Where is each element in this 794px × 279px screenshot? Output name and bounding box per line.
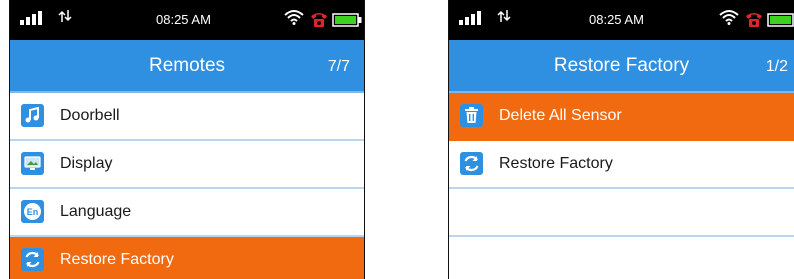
data-transfer-icon: [58, 9, 72, 26]
battery-icon: [767, 13, 794, 30]
menu-item-label: Delete All Sensor: [499, 107, 622, 124]
menu-item-label: Display: [60, 155, 113, 172]
wifi-icon: [719, 9, 739, 28]
remotes-screen: 08:25 AM Remotes 7/7 Doorbell Display En…: [9, 0, 365, 279]
menu-item-label: Restore Factory: [60, 251, 174, 268]
page-indicator: 1/2: [765, 58, 788, 75]
menu-item-display[interactable]: Display: [10, 141, 364, 189]
page-title: Remotes: [148, 55, 226, 76]
menu-item-label: Restore Factory: [499, 155, 613, 172]
trash-icon: [460, 104, 483, 127]
menu-item-restore-factory[interactable]: Restore Factory: [449, 141, 794, 189]
status-bar: 08:25 AM: [10, 0, 364, 40]
battery-icon: [332, 13, 362, 30]
signal-strength-icon: [20, 11, 48, 28]
wifi-icon: [284, 9, 304, 28]
page-indicator: 7/7: [327, 58, 350, 75]
menu-item-empty: [449, 189, 794, 237]
menu-item-empty: [449, 237, 794, 279]
menu-item-language[interactable]: En Language: [10, 189, 364, 237]
restore-factory-screen: 08:25 AM Restore Factory 1/2 Delete All …: [448, 0, 794, 279]
alarm-phone-icon: [745, 10, 763, 31]
menu-item-label: Doorbell: [60, 107, 120, 124]
language-icon: En: [21, 200, 44, 223]
music-note-icon: [21, 104, 44, 127]
menu-item-doorbell[interactable]: Doorbell: [10, 93, 364, 141]
header-bar: Restore Factory 1/2: [449, 40, 794, 93]
svg-text:En: En: [27, 207, 39, 217]
menu-item-label: Language: [60, 203, 132, 220]
menu-item-restore-factory[interactable]: Restore Factory: [10, 237, 364, 279]
menu-item-delete-all-sensor[interactable]: Delete All Sensor: [449, 93, 794, 141]
status-bar: 08:25 AM: [449, 0, 794, 40]
page-title: Restore Factory: [553, 55, 690, 76]
display-icon: [21, 152, 44, 175]
status-time: 08:25 AM: [589, 12, 644, 27]
refresh-icon: [460, 152, 483, 175]
alarm-phone-icon: [310, 10, 328, 31]
header-bar: Remotes 7/7: [10, 40, 364, 93]
refresh-icon: [21, 248, 44, 271]
signal-strength-icon: [459, 11, 487, 28]
status-time: 08:25 AM: [156, 12, 211, 27]
data-transfer-icon: [497, 9, 511, 26]
